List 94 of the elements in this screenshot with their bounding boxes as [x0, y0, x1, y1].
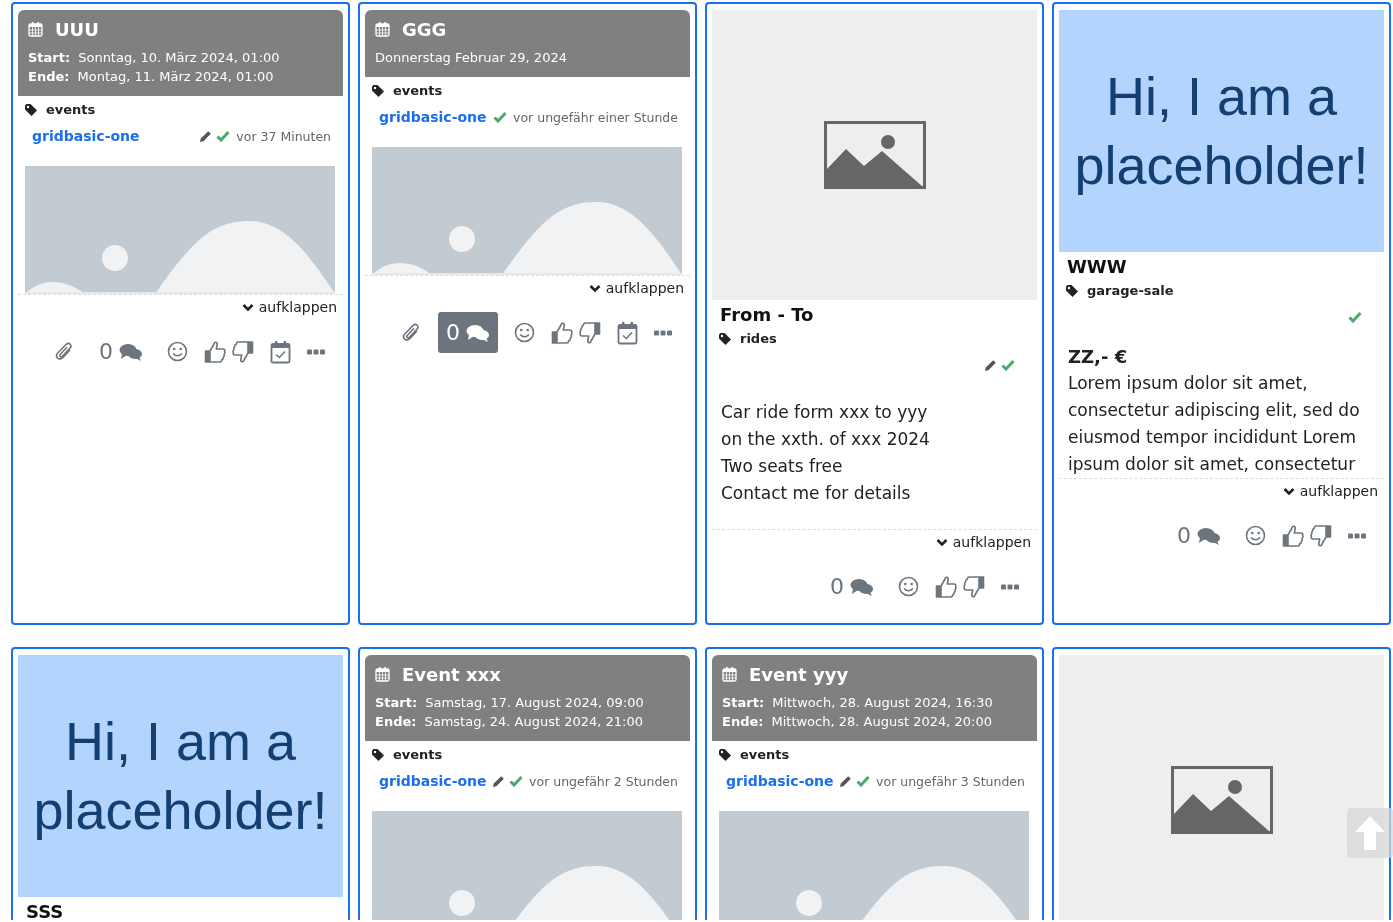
thumbs-down-icon[interactable] — [1310, 523, 1332, 548]
calendar-check-icon[interactable] — [270, 339, 291, 364]
chevron-down-icon — [935, 537, 948, 547]
comments-button[interactable]: 0 — [822, 566, 882, 607]
paperclip-icon[interactable] — [402, 321, 422, 344]
date-label: Ende: — [722, 713, 764, 731]
image-icon — [1170, 766, 1273, 834]
comments-icon — [1197, 525, 1221, 546]
date-value: Sonntag, 10. März 2024, 01:00 — [78, 49, 280, 67]
timestamp: vor ungefähr 3 Stunden — [876, 773, 1025, 789]
more-icon[interactable] — [1001, 583, 1019, 590]
card-title: From - To — [719, 303, 815, 325]
text-line: on the xxth. of xxx 2024 — [721, 428, 930, 451]
placeholder-text: Hi, I am a placeholder! — [1073, 65, 1370, 197]
expand-button[interactable]: aufklappen — [935, 532, 1031, 552]
timestamp: vor ungefähr 2 Stunden — [529, 773, 678, 789]
chevron-down-icon — [588, 283, 601, 293]
comments-button[interactable]: 0 — [438, 312, 498, 353]
text-line: Car ride form xxx to yyy — [721, 401, 928, 424]
card-title: SSS — [25, 900, 65, 920]
text-line: Contact me for details — [721, 482, 911, 505]
text-line: Lorem ipsum dolor sit amet, — [1068, 372, 1308, 395]
author-link[interactable]: gridbasic-one — [726, 773, 834, 789]
chevron-down-icon — [241, 302, 254, 312]
tag-icon — [719, 333, 731, 345]
comments-icon — [850, 576, 874, 597]
image-icon — [823, 121, 926, 189]
thumbs-up-icon[interactable] — [935, 574, 957, 599]
category-tag[interactable]: events — [740, 747, 790, 763]
calendar-icon — [375, 21, 390, 37]
expand-button[interactable]: aufklappen — [1282, 481, 1378, 501]
more-icon[interactable] — [1348, 532, 1366, 539]
timestamp: vor ungefähr einer Stunde — [513, 109, 678, 125]
calendar-check-icon[interactable] — [617, 320, 638, 345]
card-title: Event xxx — [402, 663, 501, 685]
smiley-icon[interactable] — [514, 322, 535, 343]
category-tag[interactable]: events — [46, 102, 96, 118]
category-tag[interactable]: events — [393, 83, 443, 99]
date-label: Start: — [28, 49, 71, 67]
tag-icon — [372, 749, 384, 761]
smiley-icon[interactable] — [898, 576, 919, 597]
card-title: GGG — [402, 18, 447, 40]
timestamp: vor 37 Minuten — [236, 128, 331, 144]
date-value: Mittwoch, 28. August 2024, 16:30 — [772, 694, 993, 712]
smiley-icon[interactable] — [167, 341, 188, 362]
more-icon[interactable] — [307, 348, 325, 355]
thumbs-down-icon[interactable] — [232, 339, 254, 364]
author-link[interactable]: gridbasic-one — [32, 128, 140, 144]
date-value: Samstag, 17. August 2024, 09:00 — [425, 694, 644, 712]
category-tag[interactable]: rides — [740, 331, 777, 347]
arrow-up-icon — [1354, 815, 1386, 851]
thumbs-up-icon[interactable] — [551, 320, 573, 345]
price: ZZ,- € — [1068, 345, 1128, 369]
date-label: Start: — [722, 694, 765, 712]
event-date: Donnerstag Februar 29, 2024 — [375, 49, 567, 67]
tag-icon — [719, 749, 731, 761]
text-line: eiusmod tempor incididunt Lorem — [1068, 426, 1356, 449]
date-label: Ende: — [28, 68, 70, 86]
thumbs-down-icon[interactable] — [579, 320, 601, 345]
author-link[interactable]: gridbasic-one — [379, 773, 487, 789]
calendar-icon — [375, 666, 390, 682]
date-value: Montag, 11. März 2024, 01:00 — [77, 68, 274, 86]
chevron-down-icon — [1282, 486, 1295, 496]
paperclip-icon[interactable] — [55, 340, 75, 363]
thumbs-down-icon[interactable] — [963, 574, 985, 599]
comments-icon — [466, 322, 490, 343]
author-link[interactable]: gridbasic-one — [379, 109, 487, 125]
calendar-icon — [722, 666, 737, 682]
date-label: Ende: — [375, 713, 417, 731]
expand-button[interactable]: aufklappen — [588, 278, 684, 298]
tag-icon — [1066, 285, 1078, 297]
category-tag[interactable]: garage-sale — [1087, 283, 1174, 299]
comments-icon — [119, 341, 143, 362]
comments-button[interactable]: 0 — [1169, 515, 1229, 556]
thumbs-up-icon[interactable] — [1282, 523, 1304, 548]
category-tag[interactable]: events — [393, 747, 443, 763]
more-icon[interactable] — [654, 329, 672, 336]
card-title: Event yyy — [749, 663, 849, 685]
date-label: Start: — [375, 694, 418, 712]
tag-icon — [25, 104, 37, 116]
thumbs-up-icon[interactable] — [204, 339, 226, 364]
placeholder-text: Hi, I am a placeholder! — [32, 710, 329, 842]
text-line: ipsum dolor sit amet, consectetur — [1068, 453, 1356, 476]
smiley-icon[interactable] — [1245, 525, 1266, 546]
expand-button[interactable]: aufklappen — [241, 297, 337, 317]
text-line: Two seats free — [721, 455, 843, 478]
comments-button[interactable]: 0 — [91, 331, 151, 372]
card-title: WWW — [1066, 255, 1128, 277]
calendar-icon — [28, 21, 43, 37]
card-title: UUU — [55, 18, 99, 40]
tag-icon — [372, 85, 384, 97]
date-value: Samstag, 24. August 2024, 21:00 — [424, 713, 643, 731]
text-line: consectetur adipiscing elit, sed do — [1068, 399, 1360, 422]
date-value: Mittwoch, 28. August 2024, 20:00 — [771, 713, 992, 731]
